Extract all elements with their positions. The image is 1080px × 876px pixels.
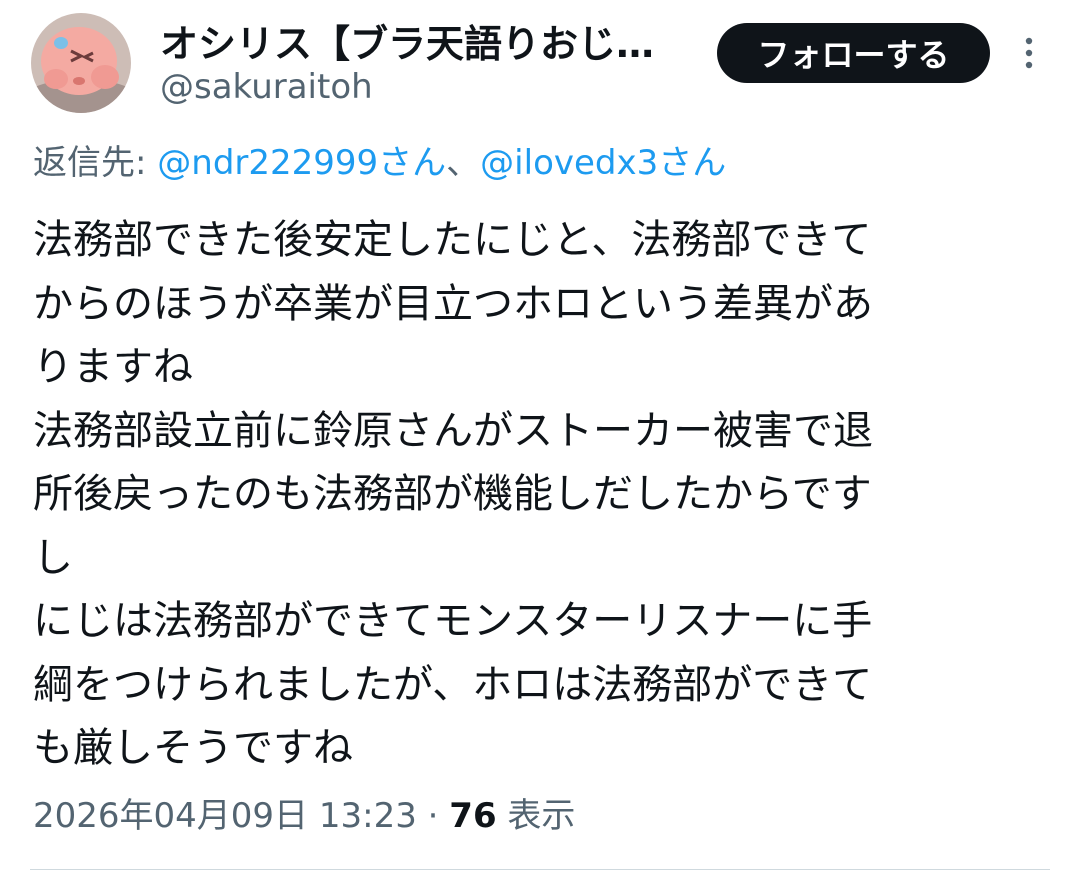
more-options-button[interactable] — [1012, 33, 1046, 73]
reply-mention-link[interactable]: @ndr222999さん — [157, 143, 446, 183]
tweet-text-line: からのほうが卒業が目立つホロという差異があ — [33, 280, 873, 327]
tweet-meta: 2026年04月09日 13:23 · 76 表示 — [33, 792, 575, 840]
reply-mention-link[interactable]: @ilovedx3さん — [480, 143, 726, 183]
avatar[interactable] — [31, 13, 131, 113]
tweet-text: 法務部できた後安定したにじと、法務部できて からのほうが卒業が目立つホロという差… — [33, 209, 1048, 781]
more-vertical-icon — [1025, 37, 1033, 69]
view-count-label: 表示 — [496, 796, 576, 836]
tweet-timestamp[interactable]: 2026年04月09日 13:23 — [33, 796, 417, 836]
tweet-text-line: も厳しそうですね — [33, 725, 353, 771]
tweet-text-line: 法務部設立前に鈴原さんがストーカー被害で退 — [33, 407, 873, 454]
meta-separator: · — [416, 796, 450, 836]
reply-mention-separator: 、 — [446, 143, 481, 183]
tweet-text-line: し — [33, 534, 73, 581]
avatar-icon — [31, 13, 131, 113]
tweet-text-line: にじは法務部ができてモンスターリスナーに手 — [33, 598, 873, 644]
author-handle[interactable]: @sakuraitoh — [160, 67, 373, 107]
author-display-name[interactable]: オシリス【ブラ天語りおじ… — [160, 22, 680, 66]
tweet-text-line: りますね — [33, 344, 193, 390]
tweet-text-line: 綱をつけられましたが、ホロは法務部ができて — [33, 661, 873, 708]
follow-button[interactable]: フォローする — [717, 23, 990, 83]
divider — [30, 869, 1050, 870]
tweet-text-line: 法務部できた後安定したにじと、法務部できて — [33, 217, 872, 263]
reply-to-line: 返信先: @ndr222999さん、@ilovedx3さん — [33, 140, 726, 186]
tweet-text-line: 所後戻ったのも法務部が機能しだしたからです — [33, 471, 872, 517]
reply-to-prefix: 返信先: — [33, 143, 158, 183]
view-count: 76 — [449, 796, 497, 836]
